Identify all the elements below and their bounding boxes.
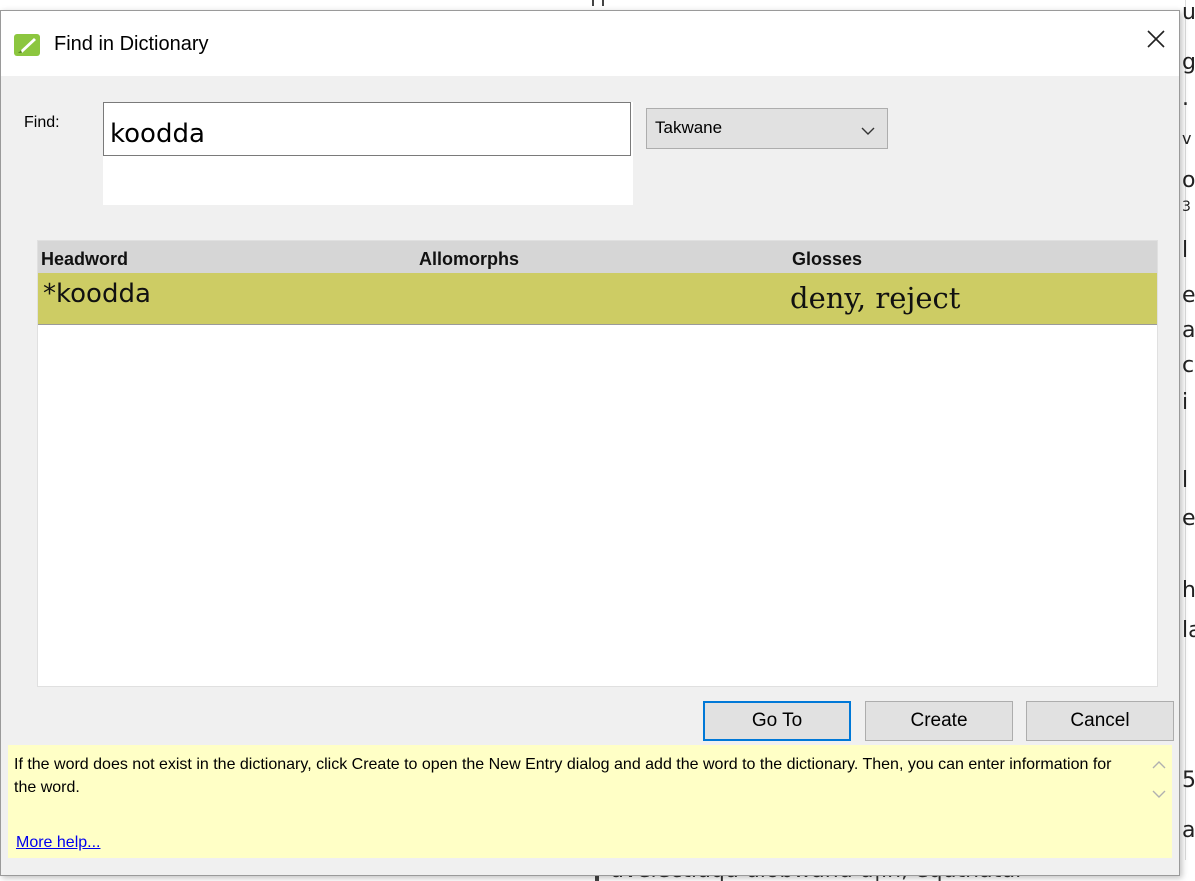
bg-fragment: la <box>1182 618 1195 643</box>
feather-pen-icon <box>14 34 40 56</box>
find-input[interactable] <box>103 102 631 156</box>
bg-fragment: u <box>1182 0 1195 25</box>
headword-cell: *koodda <box>43 279 151 309</box>
language-select[interactable]: Takwane <box>646 108 888 149</box>
column-header-allomorphs[interactable]: Allomorphs <box>419 249 519 270</box>
bg-fragment: e <box>1182 506 1195 531</box>
scroll-up-button[interactable] <box>1148 755 1170 775</box>
column-header-glosses[interactable]: Glosses <box>792 249 862 270</box>
bg-fragment: h <box>1182 578 1195 603</box>
glosses-cell: deny, reject <box>790 281 961 315</box>
cancel-button[interactable]: Cancel <box>1026 701 1174 741</box>
bg-fragment: a <box>1182 818 1195 843</box>
background-marker <box>592 0 604 6</box>
chevron-down-icon <box>861 121 875 141</box>
go-to-button[interactable]: Go To <box>703 701 851 741</box>
help-pane: If the word does not exist in the dictio… <box>8 745 1172 858</box>
more-help-link[interactable]: More help... <box>16 834 100 852</box>
find-input-area <box>103 102 633 205</box>
bg-fragment: i <box>1182 390 1189 415</box>
bg-fragment: 5 <box>1182 768 1195 793</box>
dialog-title: Find in Dictionary <box>54 33 209 55</box>
bg-fragment: a <box>1182 318 1195 343</box>
bg-fragment: e <box>1182 283 1195 308</box>
bg-fragment: l <box>1182 468 1189 493</box>
bg-fragment: o <box>1182 168 1195 193</box>
bg-fragment: v <box>1182 129 1192 148</box>
bg-fragment: 3 <box>1182 199 1191 215</box>
title-bar: Find in Dictionary <box>1 11 1179 76</box>
find-label: Find: <box>24 114 60 131</box>
scroll-down-button[interactable] <box>1148 785 1170 805</box>
bg-fragment: l <box>1182 238 1189 263</box>
bg-fragment: . <box>1182 86 1189 111</box>
results-list[interactable]: Headword Allomorphs Glosses *koodda deny… <box>37 240 1158 687</box>
create-button[interactable]: Create <box>865 701 1013 741</box>
bg-fragment: g <box>1182 50 1195 75</box>
table-row[interactable]: *koodda deny, reject <box>38 273 1157 325</box>
help-text: If the word does not exist in the dictio… <box>14 756 1112 796</box>
results-header: Headword Allomorphs Glosses <box>38 241 1157 273</box>
bg-fragment: c <box>1182 353 1195 378</box>
column-header-headword[interactable]: Headword <box>41 249 128 270</box>
chevron-up-icon <box>1152 756 1166 774</box>
chevron-down-icon <box>1152 786 1166 804</box>
close-button[interactable] <box>1133 16 1179 66</box>
close-icon <box>1147 29 1165 53</box>
language-select-value: Takwane <box>655 118 723 137</box>
